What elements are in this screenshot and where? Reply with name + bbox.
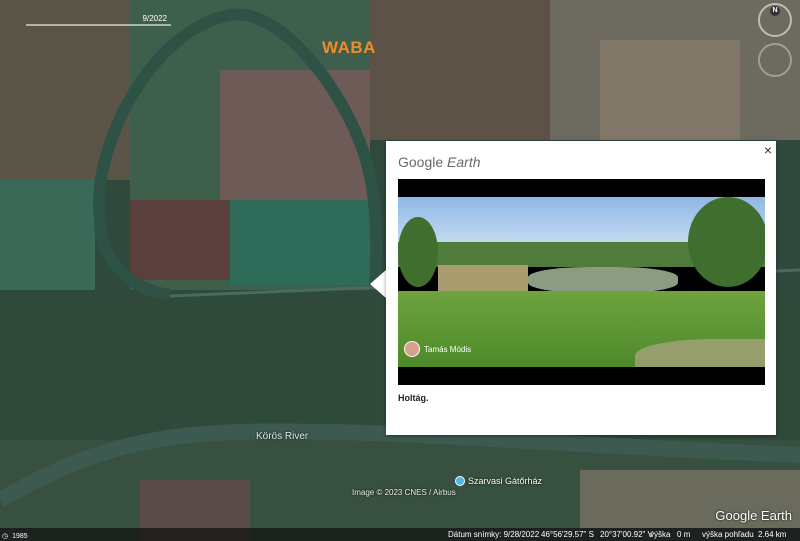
status-bar: ◷ 1985 Dátum snímky: 9/28/2022 46°56'29.… bbox=[0, 528, 800, 541]
poi-marker[interactable]: Szarvasi Gátőrház bbox=[455, 476, 542, 486]
time-slider[interactable]: 9/2022 bbox=[26, 14, 171, 30]
close-icon[interactable]: × bbox=[764, 142, 772, 158]
view-height-label: výška pohľadu bbox=[702, 530, 754, 539]
poi-label: Szarvasi Gátőrház bbox=[468, 476, 543, 486]
google-earth-logo: Google Earth bbox=[398, 154, 481, 170]
waba-label: WABA bbox=[322, 38, 376, 57]
latitude: 46°56'29.57" S bbox=[541, 530, 594, 539]
elevation-label: výška bbox=[650, 530, 671, 539]
logo-earth: Earth bbox=[447, 154, 481, 170]
info-balloon: × Google Earth Tamás Módis Holtág. bbox=[386, 141, 776, 435]
landscape-photo[interactable]: Tamás Módis bbox=[398, 197, 765, 367]
avatar bbox=[404, 341, 420, 357]
photo-tree bbox=[688, 197, 765, 287]
elevation-value: 0 m bbox=[677, 530, 691, 539]
divider bbox=[398, 381, 765, 385]
historical-imagery-badge[interactable]: ◷ 1985 bbox=[2, 532, 28, 541]
time-slider-label: 9/2022 bbox=[142, 14, 167, 23]
compass-icon[interactable]: N bbox=[758, 3, 792, 37]
photo-tree bbox=[398, 217, 438, 287]
photo-author[interactable]: Tamás Módis bbox=[404, 341, 471, 357]
year-label: 1985 bbox=[12, 532, 28, 540]
photo-water bbox=[528, 267, 678, 293]
clock-icon: ◷ bbox=[2, 533, 9, 540]
look-control-icon[interactable] bbox=[758, 43, 792, 77]
imagery-credit: Image © 2023 CNES / Airbus bbox=[352, 488, 456, 497]
popup-pointer bbox=[370, 270, 386, 298]
logo-google: Google bbox=[398, 154, 444, 170]
time-slider-track[interactable] bbox=[26, 24, 171, 26]
google-earth-watermark: Google Earth bbox=[715, 508, 792, 523]
imagery-date: Dátum snímky: 9/28/2022 bbox=[448, 530, 540, 539]
river-label: Körös River bbox=[256, 431, 309, 442]
place-description: Holtág. bbox=[398, 393, 429, 403]
photo-author-name: Tamás Módis bbox=[424, 344, 472, 354]
longitude: 20°37'00.92" V bbox=[600, 530, 653, 539]
photo-frame[interactable]: Tamás Módis bbox=[398, 179, 765, 385]
north-indicator: N bbox=[770, 6, 780, 16]
view-height-value: 2.64 km bbox=[758, 530, 787, 539]
poi-icon bbox=[455, 476, 465, 486]
navigation-controls[interactable]: N bbox=[758, 3, 792, 103]
